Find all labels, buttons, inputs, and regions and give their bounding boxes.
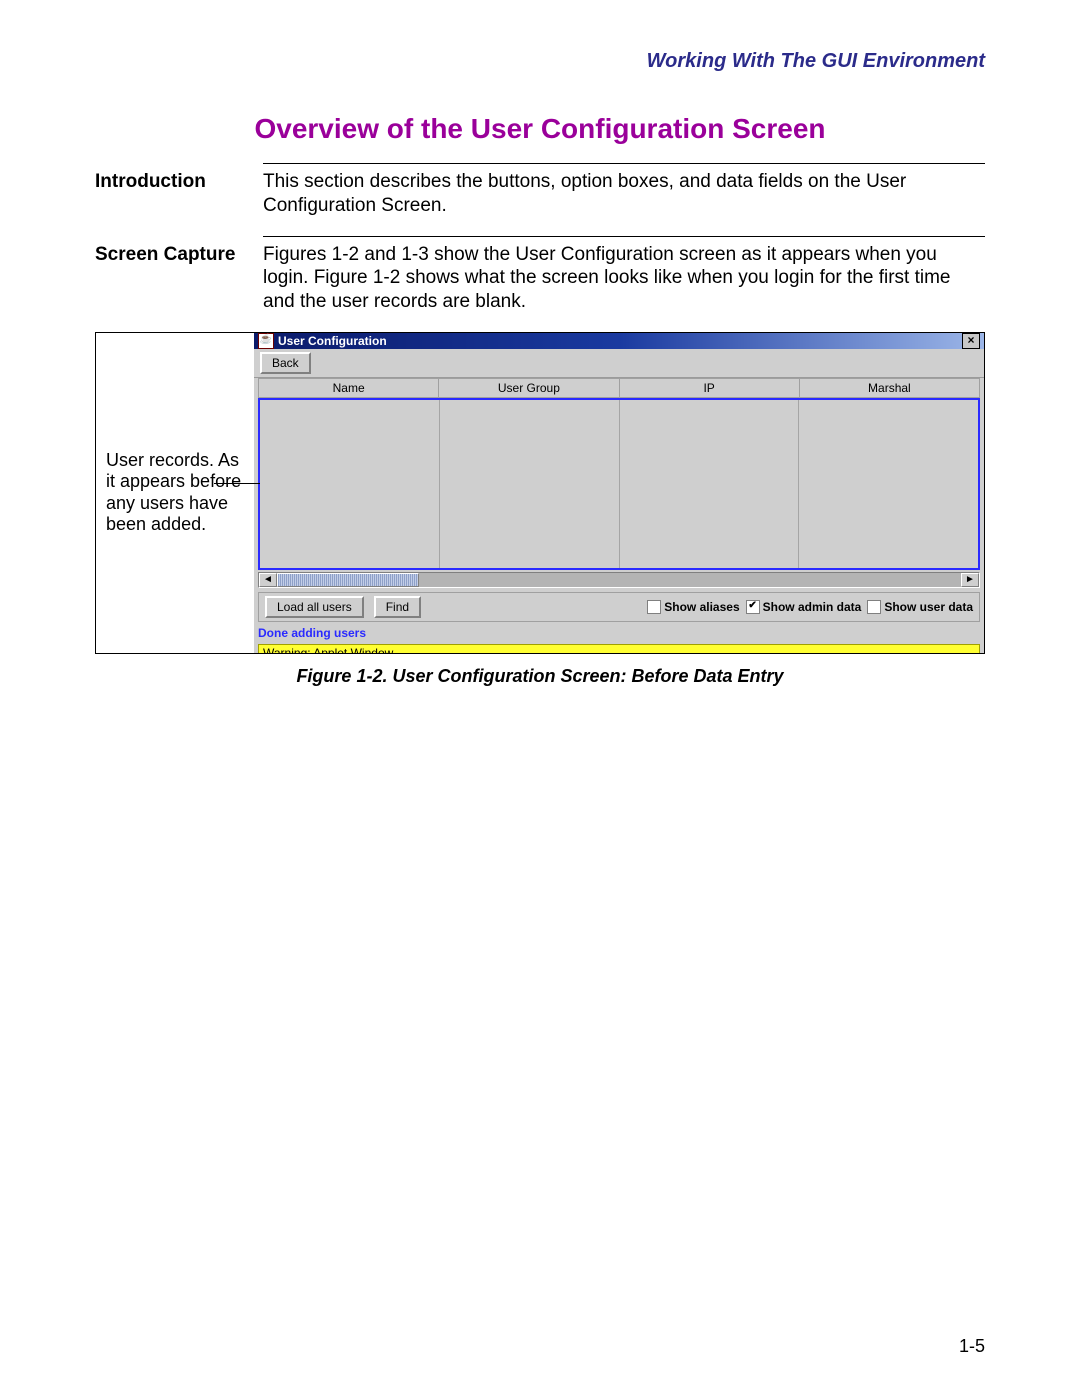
screen-capture-label: Screen Capture xyxy=(95,243,263,267)
column-header-name[interactable]: Name xyxy=(259,379,439,397)
section-screen-capture: Screen Capture Figures 1-2 and 1-3 show … xyxy=(95,236,985,314)
column-header-marshal[interactable]: Marshal xyxy=(800,379,979,397)
user-configuration-window: ☕ User Configuration × Back Name User Gr… xyxy=(254,333,984,653)
scrollbar-thumb[interactable] xyxy=(277,573,419,587)
callout-leader-line xyxy=(214,483,260,484)
status-line: Done adding users xyxy=(258,626,980,640)
app-icon: ☕ xyxy=(258,333,274,349)
page-title: Overview of the User Configuration Scree… xyxy=(95,113,985,145)
checkbox-box xyxy=(867,600,881,614)
applet-warning: Warning: Applet Window xyxy=(258,644,980,654)
back-button[interactable]: Back xyxy=(260,352,311,374)
scrollbar-track[interactable] xyxy=(419,573,961,587)
checkbox-label: Show admin data xyxy=(763,600,862,614)
checkbox-label: Show aliases xyxy=(664,600,739,614)
close-button[interactable]: × xyxy=(962,333,980,349)
column-header-usergroup[interactable]: User Group xyxy=(439,379,619,397)
figure-caption: Figure 1-2. User Configuration Screen: B… xyxy=(95,666,985,687)
callout-text: User records. As it appears before any u… xyxy=(106,450,248,536)
page-number: 1-5 xyxy=(959,1336,985,1357)
column-header-ip[interactable]: IP xyxy=(620,379,800,397)
figure-callout: User records. As it appears before any u… xyxy=(96,333,254,653)
checkbox-box: ✔ xyxy=(746,600,760,614)
section-introduction: Introduction This section describes the … xyxy=(95,163,985,218)
bottom-toolbar: Load all users Find Show aliases ✔ Show … xyxy=(258,592,980,622)
load-all-users-button[interactable]: Load all users xyxy=(265,596,364,618)
scroll-left-arrow-icon[interactable]: ◄ xyxy=(259,573,277,587)
checkbox-label: Show user data xyxy=(884,600,973,614)
checkbox-box xyxy=(647,600,661,614)
figure-1-2: User records. As it appears before any u… xyxy=(95,332,985,654)
table-body-empty xyxy=(258,398,980,570)
introduction-label: Introduction xyxy=(95,170,263,194)
window-title: User Configuration xyxy=(278,334,962,348)
column-headers: Name User Group IP Marshal xyxy=(258,378,980,398)
find-button[interactable]: Find xyxy=(374,596,421,618)
toolbar: Back xyxy=(254,349,984,378)
introduction-body: This section describes the buttons, opti… xyxy=(263,170,985,218)
running-header: Working With The GUI Environment xyxy=(95,50,985,73)
screen-capture-body: Figures 1-2 and 1-3 show the User Config… xyxy=(263,243,985,314)
scroll-right-arrow-icon[interactable]: ► xyxy=(961,573,979,587)
user-table: Name User Group IP Marshal xyxy=(258,378,980,570)
horizontal-scrollbar[interactable]: ◄ ► xyxy=(258,572,980,588)
show-admin-data-checkbox[interactable]: ✔ Show admin data xyxy=(746,600,862,614)
show-user-data-checkbox[interactable]: Show user data xyxy=(867,600,973,614)
title-bar: ☕ User Configuration × xyxy=(254,333,984,349)
show-aliases-checkbox[interactable]: Show aliases xyxy=(647,600,739,614)
